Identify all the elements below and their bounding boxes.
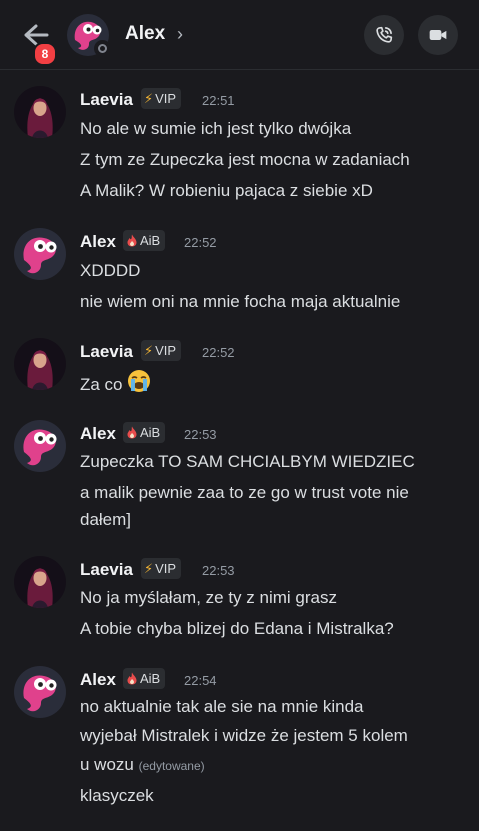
video-camera-icon	[429, 30, 447, 40]
message-time: 22:54	[184, 673, 217, 688]
chevron-right-icon[interactable]: ›	[177, 24, 183, 45]
message[interactable]: Laevia ⚡ VIP 22:52 Za co	[0, 338, 479, 398]
message-line: wyjebał Mistralek i widze że jestem 5 ko…	[80, 726, 408, 745]
message-author[interactable]: Laevia	[80, 560, 133, 580]
role-tag[interactable]: ⚡ VIP	[141, 558, 182, 579]
contact-name[interactable]: Alex	[125, 23, 165, 45]
message[interactable]: Laevia ⚡ VIP 22:51 No ale w sumie ich jes…	[0, 86, 479, 206]
message-line: A tobie chyba blizej do Edana i Mistralk…	[80, 619, 394, 638]
avatar-alex[interactable]	[14, 420, 66, 472]
role-tag[interactable]: ⚡ VIP	[141, 340, 182, 361]
chat-header: 8 Alex ›	[0, 0, 479, 70]
role-tag[interactable]: AiB	[123, 668, 166, 689]
status-offline-indicator	[94, 40, 111, 57]
role-tag[interactable]: ⚡ VIP	[141, 88, 182, 109]
avatar-laevia[interactable]	[14, 556, 66, 608]
phone-icon	[376, 26, 393, 43]
message-line: a malik pewnie zaa to ze go w trust vote…	[80, 483, 409, 502]
message-line: u wozu (edytowane)	[80, 755, 205, 774]
message-author[interactable]: Laevia	[80, 90, 133, 110]
message-line: XDDDD	[80, 261, 141, 280]
message[interactable]: Alex AiB 22:53 Zupeczka TO SAM CHCIALBYM…	[0, 420, 479, 535]
role-tag[interactable]: AiB	[123, 422, 166, 443]
avatar-alex[interactable]	[14, 228, 66, 280]
message-line: A Malik? W robieniu pajaca z siebie xD	[80, 181, 373, 200]
role-tag[interactable]: AiB	[123, 230, 166, 251]
video-call-button[interactable]	[418, 15, 458, 55]
message-author[interactable]: Laevia	[80, 342, 133, 362]
flame-icon	[126, 425, 138, 440]
message-time: 22:52	[184, 235, 217, 250]
message-time: 22:52	[202, 345, 235, 360]
message-line: No ale w sumie ich jest tylko dwójka	[80, 119, 352, 138]
voice-call-button[interactable]	[364, 15, 404, 55]
message-line: No ja myślałam, ze ty z nimi grasz	[80, 588, 337, 607]
message-line: dałem]	[80, 510, 132, 529]
flame-icon	[126, 233, 138, 248]
message-line: Z tym ze Zupeczka jest mocna w zadaniach	[80, 150, 410, 169]
message-line: klasyczek	[80, 786, 154, 805]
crying-face-icon	[127, 369, 151, 398]
message-line: Za co	[80, 369, 151, 398]
edited-label: (edytowane)	[138, 759, 205, 773]
message-time: 22:53	[202, 563, 235, 578]
message-author[interactable]: Alex	[80, 232, 116, 252]
message-line: no aktualnie tak ale sie na mnie kinda	[80, 697, 364, 716]
avatar-laevia[interactable]	[14, 86, 66, 138]
message[interactable]: Laevia ⚡ VIP 22:53 No ja myślałam, ze ty …	[0, 556, 479, 646]
flame-icon	[126, 671, 138, 686]
lightning-icon: ⚡	[144, 343, 154, 358]
unread-badge: 8	[33, 42, 57, 66]
avatar-laevia[interactable]	[14, 338, 66, 390]
lightning-icon: ⚡	[144, 91, 154, 106]
message-time: 22:51	[202, 93, 235, 108]
avatar-alex[interactable]	[14, 666, 66, 718]
message-line: nie wiem oni na mnie focha maja aktualni…	[80, 292, 401, 311]
lightning-icon: ⚡	[144, 561, 154, 576]
message-author[interactable]: Alex	[80, 670, 116, 690]
message-time: 22:53	[184, 427, 217, 442]
message[interactable]: Alex AiB 22:52 XDDDD nie wiem oni na mni…	[0, 228, 479, 318]
message[interactable]: Alex AiB 22:54 no aktualnie tak ale sie …	[0, 666, 479, 816]
message-author[interactable]: Alex	[80, 424, 116, 444]
message-line: Zupeczka TO SAM CHCIALBYM WIEDZIEC	[80, 452, 415, 471]
